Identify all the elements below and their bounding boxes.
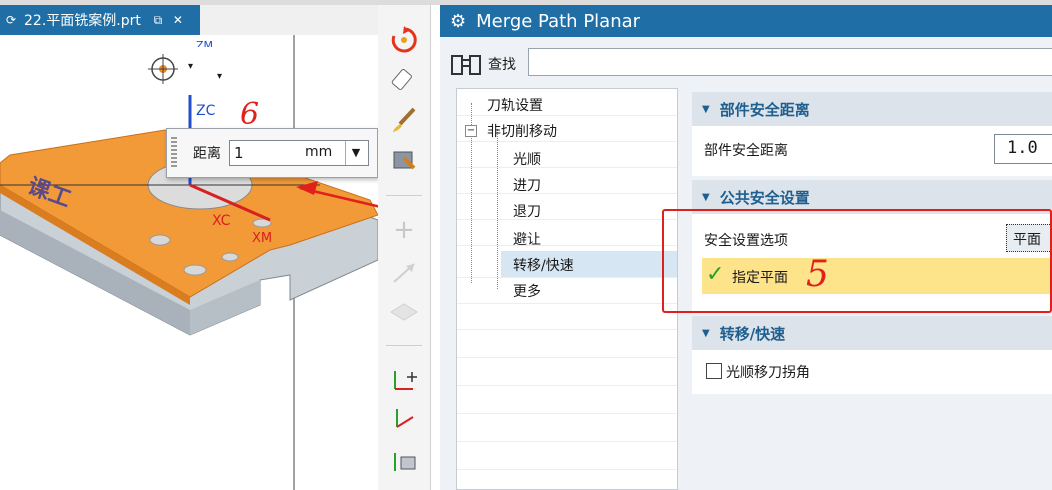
tree-row-divider	[457, 413, 677, 414]
unit-dropdown-icon[interactable]: ▼	[345, 141, 366, 165]
annotation-6: 6	[240, 97, 260, 132]
tree-item-engage[interactable]: 进刀	[513, 175, 541, 195]
tree-item-toolpath-settings[interactable]: 刀轨设置	[487, 95, 543, 115]
section-header-transfer[interactable]: ▼ 转移/快速	[692, 316, 1052, 350]
search-input[interactable]	[528, 48, 1052, 76]
csys-move-icon[interactable]	[384, 363, 424, 397]
tree-label: 非切削移动	[487, 124, 557, 140]
tree-row-divider	[457, 469, 677, 470]
add-point-icon: +	[393, 215, 415, 245]
settings-tree: 刀轨设置 − 非切削移动 光顺 进刀 退刀 避让 转移/快速 更多	[456, 88, 678, 490]
binoculars-icon[interactable]	[450, 50, 486, 76]
distance-value: 1	[234, 144, 244, 162]
vertical-toolbar: +	[378, 5, 431, 490]
tab-strip	[200, 5, 378, 36]
dialog-title-bar: ⚙ Merge Path Planar	[440, 5, 1052, 37]
popup-grip[interactable]	[171, 137, 177, 167]
xc-label: XC	[212, 213, 231, 229]
tree-connector-child	[497, 129, 499, 289]
chevron-down-icon: ▼	[702, 327, 710, 339]
tree-item-avoidance[interactable]: 避让	[513, 229, 541, 249]
part-model	[0, 35, 378, 490]
distance-input[interactable]: 1 mm ▼	[229, 140, 369, 166]
smooth-corner-label: 光顺移刀拐角	[726, 365, 810, 381]
tree-label: 退刀	[513, 204, 541, 220]
section-body-transfer: 光顺移刀拐角	[692, 350, 1052, 394]
section-title: 转移/快速	[719, 324, 786, 343]
tree-row-divider	[457, 219, 677, 220]
section-header-part-safe[interactable]: ▼ 部件安全距离	[692, 92, 1052, 126]
distance-unit[interactable]: mm	[305, 144, 332, 160]
csys-icon[interactable]	[384, 403, 424, 437]
tree-row-divider	[457, 441, 677, 442]
vector-icon	[384, 255, 424, 289]
dropdown-arrow-icon-2[interactable]: ▾	[217, 71, 222, 82]
zc-label: ZC	[196, 103, 216, 119]
tree-item-more[interactable]: 更多	[513, 281, 541, 301]
xm-label: XM	[252, 231, 273, 246]
toolbar-separator	[386, 195, 422, 196]
chevron-down-icon: ▼	[702, 191, 710, 203]
chevron-down-icon: ▼	[702, 103, 710, 115]
tree-label: 进刀	[513, 178, 541, 194]
section-title: 部件安全距离	[719, 100, 810, 119]
part-safe-value: 1.0	[1007, 138, 1038, 158]
collapse-icon[interactable]: −	[465, 125, 477, 137]
tree-label: 更多	[513, 284, 541, 300]
tree-row-divider	[457, 357, 677, 358]
tree-label: 转移/快速	[513, 258, 574, 274]
tree-row-divider	[457, 167, 677, 168]
section-body-part-safe: 部件安全距离 1.0	[692, 126, 1052, 176]
eraser-icon[interactable]	[384, 63, 424, 97]
close-icon[interactable]: ✕	[171, 13, 185, 27]
tree-item-transfer-rapid[interactable]: 转移/快速	[513, 255, 574, 275]
tree-row-divider	[457, 385, 677, 386]
zm-label: ZM	[196, 39, 214, 47]
tree-row-divider	[457, 141, 677, 142]
rotate-icon[interactable]	[384, 23, 424, 57]
part-safe-input[interactable]: 1.0	[994, 134, 1052, 164]
smooth-corner-checkbox[interactable]	[706, 363, 722, 379]
dialog-title: Merge Path Planar	[476, 10, 641, 32]
graphics-viewport[interactable]: ▾ ▾ ZM ZC XC XM 课工 6	[0, 35, 379, 490]
tree-item-smoothing[interactable]: 光顺	[513, 149, 541, 169]
tree-item-retract[interactable]: 退刀	[513, 201, 541, 221]
tree-label: 刀轨设置	[487, 98, 543, 114]
brush-icon[interactable]	[384, 103, 424, 137]
file-tab-title: 22.平面铣案例.prt	[24, 13, 141, 29]
dropdown-arrow-icon[interactable]: ▾	[188, 61, 193, 72]
toolbar-separator-2	[386, 345, 422, 346]
search-label: 查找	[488, 57, 516, 73]
tree-row-divider	[457, 277, 677, 278]
distance-label: 距离	[193, 146, 221, 162]
file-tab[interactable]: ⟳ 22.平面铣案例.prt ⧉ ✕	[0, 5, 200, 35]
section-title: 公共安全设置	[719, 188, 810, 207]
tree-row-divider	[457, 329, 677, 330]
tree-row-divider	[457, 115, 677, 116]
tree-row-divider	[457, 303, 677, 304]
sync-icon: ⟳	[5, 13, 17, 27]
distance-popup: 距离 1 mm ▼	[166, 128, 378, 178]
popout-icon[interactable]: ⧉	[151, 13, 165, 28]
tree-label: 避让	[513, 232, 541, 248]
tree-row-divider	[457, 193, 677, 194]
wrench-settings-icon[interactable]	[384, 143, 424, 177]
gear-icon[interactable]: ⚙	[450, 11, 466, 32]
tree-label: 光顺	[513, 152, 541, 168]
annotation-highlight-box	[662, 209, 1052, 313]
csys-block-icon[interactable]	[384, 445, 424, 479]
plane-icon	[384, 295, 424, 329]
tree-item-non-cutting-moves[interactable]: 非切削移动	[487, 121, 557, 141]
part-safe-label: 部件安全距离	[704, 143, 788, 159]
tree-row-divider	[457, 245, 677, 246]
